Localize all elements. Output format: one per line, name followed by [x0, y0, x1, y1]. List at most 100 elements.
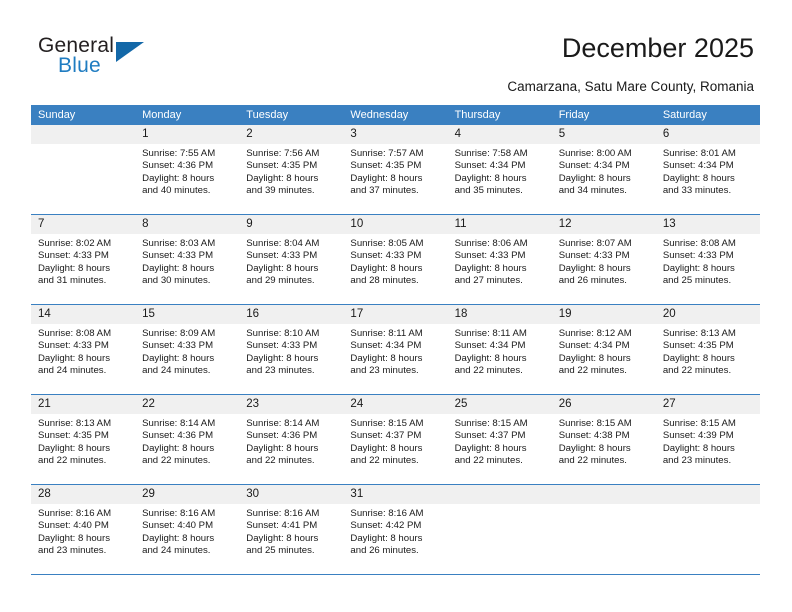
day-sun-info: [31, 144, 135, 148]
day-number: 23: [239, 395, 344, 414]
day-info-line: Sunset: 4:37 PM: [350, 430, 422, 442]
day-number: 21: [31, 395, 136, 414]
day-info-line: and 23 minutes.: [662, 454, 732, 466]
calendar-header-row: Sunday Monday Tuesday Wednesday Thursday Frid…: [31, 105, 760, 125]
day-info-line: Sunrise: 8:04 AM: [246, 238, 320, 249]
day-info-line: Daylight: 8 hours: [350, 262, 423, 274]
day-info-line: Daylight: 8 hours: [662, 442, 735, 454]
day-info-line: Daylight: 8 hours: [350, 532, 423, 544]
calendar-day-cell[interactable]: 24 Sunrise: 8:15 AM Sunset: 4:37 PM Dayligh…: [343, 394, 448, 485]
day-info-line: Sunset: 4:38 PM: [558, 430, 630, 442]
calendar-day-cell[interactable]: 12 Sunrise: 8:07 AM Sunset: 4:33 PM Dayligh…: [551, 214, 656, 305]
day-info-line: Sunrise: 8:11 AM: [350, 328, 423, 339]
calendar-day-cell[interactable]: 30 Sunrise: 8:16 AM Sunset: 4:41 PM Dayligh…: [239, 484, 344, 575]
calendar-day-cell[interactable]: 3 Sunrise: 7:57 AM Sunset: 4:35 PM Daylight…: [343, 125, 448, 215]
day-info-line: and 27 minutes.: [454, 274, 523, 286]
calendar-day-cell[interactable]: 2 Sunrise: 7:56 AM Sunset: 4:35 PM Daylight…: [239, 125, 344, 215]
day-info-line: and 25 minutes.: [246, 544, 315, 556]
calendar-day-cell[interactable]: 8 Sunrise: 8:03 AM Sunset: 4:33 PM Daylight…: [135, 214, 240, 305]
calendar-day-cell[interactable]: 18 Sunrise: 8:11 AM Sunset: 4:34 PM Dayligh…: [447, 304, 552, 395]
day-info-line: Sunrise: 8:08 AM: [662, 238, 736, 249]
day-info-line: Sunset: 4:34 PM: [558, 340, 630, 352]
calendar-body: 1 Sunrise: 7:55 AM Sunset: 4:36 PM Daylight…: [31, 125, 760, 575]
day-sun-info: Sunrise: 8:10 AM Sunset: 4:33 PM Daylight:…: [239, 324, 343, 377]
calendar-day-cell[interactable]: 23 Sunrise: 8:14 AM Sunset: 4:36 PM Dayligh…: [239, 394, 344, 485]
day-number: 25: [447, 395, 552, 414]
day-number: [655, 485, 760, 504]
day-info-line: Sunset: 4:34 PM: [454, 340, 526, 352]
calendar-day-cell[interactable]: 28 Sunrise: 8:16 AM Sunset: 4:40 PM Dayligh…: [31, 484, 136, 575]
day-info-line: and 26 minutes.: [350, 544, 419, 556]
day-number: 10: [343, 215, 448, 234]
calendar-day-cell[interactable]: 4 Sunrise: 7:58 AM Sunset: 4:34 PM Daylight…: [447, 125, 552, 215]
calendar-day-cell[interactable]: 31 Sunrise: 8:16 AM Sunset: 4:42 PM Dayligh…: [343, 484, 448, 575]
day-sun-info: Sunrise: 8:04 AM Sunset: 4:33 PM Daylight:…: [239, 234, 343, 287]
day-info-line: Sunset: 4:36 PM: [142, 430, 214, 442]
day-info-line: Daylight: 8 hours: [38, 262, 110, 274]
day-info-line: and 28 minutes.: [350, 274, 419, 286]
day-info-line: and 23 minutes.: [38, 544, 107, 556]
day-number: 31: [343, 485, 448, 504]
calendar-day-cell[interactable]: 10 Sunrise: 8:05 AM Sunset: 4:33 PM Dayligh…: [343, 214, 448, 305]
day-info-line: Daylight: 8 hours: [38, 532, 110, 544]
day-sun-info: [552, 504, 656, 508]
calendar-day-cell[interactable]: 29 Sunrise: 8:16 AM Sunset: 4:40 PM Dayligh…: [135, 484, 240, 575]
logo-triangle-icon: [116, 42, 144, 62]
calendar-day-cell[interactable]: 25 Sunrise: 8:15 AM Sunset: 4:37 PM Dayligh…: [447, 394, 552, 485]
day-info-line: Daylight: 8 hours: [142, 172, 215, 184]
day-sun-info: Sunrise: 8:16 AM Sunset: 4:40 PM Daylight:…: [31, 504, 135, 557]
calendar-day-cell[interactable]: 13 Sunrise: 8:08 AM Sunset: 4:33 PM Dayligh…: [655, 214, 760, 305]
page-title: December 2025: [561, 33, 754, 63]
day-info-line: Sunrise: 8:02 AM: [38, 238, 112, 249]
day-info-line: Sunset: 4:39 PM: [662, 430, 734, 442]
day-info-line: Sunrise: 8:00 AM: [558, 148, 632, 159]
day-number: 2: [239, 125, 344, 144]
calendar-day-cell[interactable]: 14 Sunrise: 8:08 AM Sunset: 4:33 PM Dayligh…: [31, 304, 136, 395]
calendar-day-cell[interactable]: 9 Sunrise: 8:04 AM Sunset: 4:33 PM Daylight…: [239, 214, 344, 305]
day-number: 3: [343, 125, 448, 144]
day-sun-info: Sunrise: 8:15 AM Sunset: 4:39 PM Daylight:…: [656, 414, 760, 467]
day-info-line: and 24 minutes.: [38, 364, 107, 376]
calendar-day-cell[interactable]: 20 Sunrise: 8:13 AM Sunset: 4:35 PM Dayligh…: [655, 304, 760, 395]
calendar-day-cell[interactable]: 1 Sunrise: 7:55 AM Sunset: 4:36 PM Daylight…: [135, 125, 240, 215]
day-info-line: Daylight: 8 hours: [142, 262, 215, 274]
day-number: 7: [31, 215, 136, 234]
day-number: 12: [551, 215, 656, 234]
day-info-line: Sunset: 4:33 PM: [454, 250, 526, 262]
calendar-day-cell[interactable]: 7 Sunrise: 8:02 AM Sunset: 4:33 PM Daylight…: [31, 214, 136, 305]
day-info-line: and 22 minutes.: [454, 364, 523, 376]
weekday-header-sunday: Sunday: [31, 105, 136, 125]
calendar-day-cell[interactable]: 26 Sunrise: 8:15 AM Sunset: 4:38 PM Dayligh…: [551, 394, 656, 485]
day-number: 8: [135, 215, 240, 234]
day-info-line: Sunrise: 8:11 AM: [454, 328, 527, 339]
day-info-line: and 23 minutes.: [246, 364, 315, 376]
calendar-day-cell-empty: [31, 125, 136, 215]
day-sun-info: Sunrise: 7:57 AM Sunset: 4:35 PM Daylight:…: [343, 144, 447, 197]
day-info-line: Sunset: 4:37 PM: [454, 430, 526, 442]
day-info-line: Daylight: 8 hours: [558, 172, 631, 184]
day-sun-info: Sunrise: 8:15 AM Sunset: 4:37 PM Daylight:…: [343, 414, 447, 467]
calendar-day-cell[interactable]: 16 Sunrise: 8:10 AM Sunset: 4:33 PM Dayligh…: [239, 304, 344, 395]
day-info-line: Daylight: 8 hours: [142, 442, 215, 454]
calendar-day-cell[interactable]: 17 Sunrise: 8:11 AM Sunset: 4:34 PM Dayligh…: [343, 304, 448, 395]
calendar-day-cell[interactable]: 21 Sunrise: 8:13 AM Sunset: 4:35 PM Dayligh…: [31, 394, 136, 485]
day-info-line: Daylight: 8 hours: [246, 532, 319, 544]
day-info-line: Sunrise: 8:12 AM: [558, 328, 632, 339]
calendar-day-cell[interactable]: 5 Sunrise: 8:00 AM Sunset: 4:34 PM Daylight…: [551, 125, 656, 215]
calendar-day-cell[interactable]: 22 Sunrise: 8:14 AM Sunset: 4:36 PM Dayligh…: [135, 394, 240, 485]
calendar-day-cell[interactable]: 11 Sunrise: 8:06 AM Sunset: 4:33 PM Dayligh…: [447, 214, 552, 305]
day-info-line: Sunrise: 8:13 AM: [38, 418, 112, 429]
sunrise-sunset-calendar: Sunday Monday Tuesday Wednesday Thursday Frid…: [31, 105, 760, 575]
calendar-day-cell[interactable]: 15 Sunrise: 8:09 AM Sunset: 4:33 PM Dayligh…: [135, 304, 240, 395]
day-info-line: Sunset: 4:33 PM: [350, 250, 422, 262]
day-sun-info: Sunrise: 8:11 AM Sunset: 4:34 PM Daylight:…: [448, 324, 552, 377]
day-number: 11: [447, 215, 552, 234]
calendar-day-cell[interactable]: 19 Sunrise: 8:12 AM Sunset: 4:34 PM Dayligh…: [551, 304, 656, 395]
calendar-day-cell[interactable]: 27 Sunrise: 8:15 AM Sunset: 4:39 PM Dayligh…: [655, 394, 760, 485]
day-info-line: Sunrise: 8:13 AM: [662, 328, 736, 339]
day-sun-info: Sunrise: 8:11 AM Sunset: 4:34 PM Daylight:…: [343, 324, 447, 377]
day-info-line: Sunset: 4:35 PM: [350, 160, 422, 172]
calendar-day-cell[interactable]: 6 Sunrise: 8:01 AM Sunset: 4:34 PM Daylight…: [655, 125, 760, 215]
day-info-line: and 22 minutes.: [142, 454, 211, 466]
weekday-header: Sunday Monday Tuesday Wednesday Thursday Frid…: [31, 105, 760, 125]
